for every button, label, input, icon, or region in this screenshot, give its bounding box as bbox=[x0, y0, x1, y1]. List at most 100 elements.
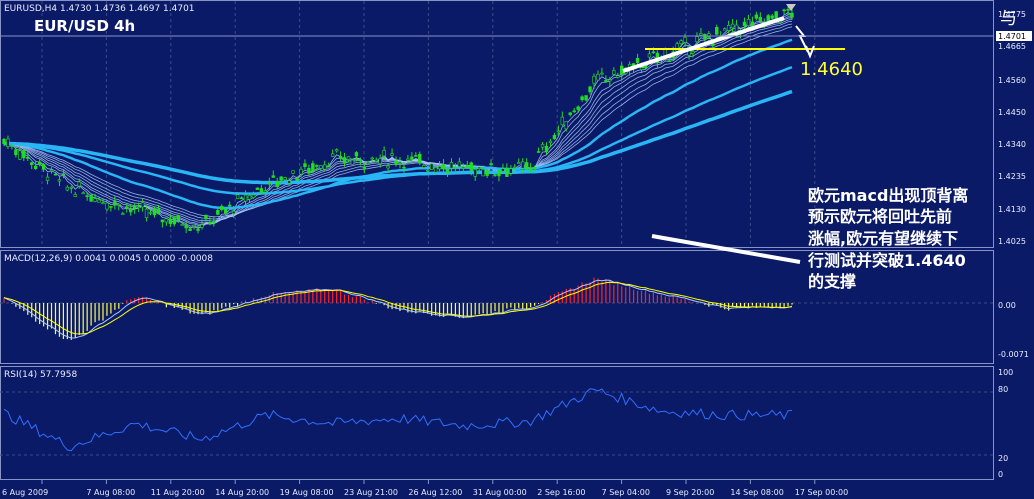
candle-body bbox=[418, 153, 422, 163]
candle-body bbox=[45, 176, 50, 181]
candle-body bbox=[65, 186, 70, 191]
candle-body bbox=[552, 134, 557, 140]
candle-body bbox=[307, 167, 311, 174]
candle-body bbox=[235, 194, 240, 200]
candle-body bbox=[517, 162, 521, 164]
candle-body bbox=[57, 179, 62, 182]
candle-body bbox=[77, 181, 81, 187]
candle-body bbox=[49, 169, 54, 172]
time-tick-label: 14 Aug 20:00 bbox=[215, 488, 269, 497]
candle-body bbox=[386, 165, 390, 169]
candle-body bbox=[267, 182, 272, 185]
candle-body bbox=[303, 163, 307, 167]
candle-body bbox=[394, 160, 398, 165]
candle-body bbox=[117, 204, 121, 206]
candle-body bbox=[14, 149, 18, 156]
candle-body bbox=[255, 187, 260, 190]
rsi-label: RSI(14) 57.7958 bbox=[4, 370, 77, 380]
candle-body bbox=[683, 36, 687, 43]
rsi-tick: 0 bbox=[998, 470, 1003, 479]
annotation-line: 预示欧元将回吐先前 bbox=[808, 207, 952, 226]
candle-body bbox=[742, 21, 747, 27]
candle-body bbox=[156, 208, 161, 214]
candle-body bbox=[259, 188, 264, 194]
candle-body bbox=[544, 146, 549, 152]
candle-body bbox=[168, 219, 173, 224]
time-tick-label: 17 Sep 00:00 bbox=[795, 488, 848, 497]
candle-body bbox=[540, 144, 545, 148]
candle-body bbox=[564, 121, 568, 130]
candle-body bbox=[528, 167, 533, 171]
candle-body bbox=[30, 162, 34, 165]
candle-body bbox=[160, 219, 165, 223]
candle-body bbox=[433, 167, 438, 173]
candle-body bbox=[699, 33, 703, 36]
candle-body bbox=[251, 194, 256, 198]
candle-body bbox=[354, 152, 359, 157]
candle-body bbox=[596, 74, 600, 81]
candle-body bbox=[22, 150, 26, 159]
time-tick-label: 19 Aug 08:00 bbox=[280, 488, 334, 497]
candle-body bbox=[323, 164, 327, 170]
candle-body bbox=[774, 11, 778, 19]
candle-body bbox=[445, 168, 450, 174]
candle-body bbox=[362, 166, 367, 169]
time-tick-label: 31 Aug 00:00 bbox=[473, 488, 527, 497]
price-tick: 1.4130 bbox=[998, 205, 1026, 214]
candle-body bbox=[311, 163, 315, 172]
candle-body bbox=[592, 75, 596, 84]
time-tick-label: 9 Sep 20:00 bbox=[666, 488, 714, 497]
candle-body bbox=[295, 178, 299, 181]
candle-body bbox=[129, 208, 133, 213]
candle-body bbox=[243, 194, 248, 202]
candle-body bbox=[647, 53, 652, 58]
candle-body bbox=[374, 159, 378, 162]
candle-body bbox=[695, 36, 699, 42]
candle-body bbox=[568, 112, 572, 115]
candle-body bbox=[148, 212, 153, 214]
candle-body bbox=[97, 199, 101, 203]
price-tick: 1.4665 bbox=[998, 42, 1026, 51]
candle-body bbox=[113, 201, 117, 206]
candle-body bbox=[144, 208, 149, 218]
candle-body bbox=[208, 222, 212, 225]
candle-body bbox=[532, 166, 537, 169]
candle-body bbox=[509, 168, 513, 174]
candle-body bbox=[493, 174, 497, 176]
candle-body bbox=[334, 149, 339, 152]
candle-body bbox=[330, 153, 335, 157]
candle-body bbox=[560, 116, 565, 126]
candle-body bbox=[239, 197, 244, 199]
candle-body bbox=[204, 214, 208, 220]
candle-body bbox=[469, 162, 473, 171]
candle-body bbox=[730, 23, 735, 29]
candle-body bbox=[604, 80, 608, 82]
support-label: 1.4640 bbox=[800, 59, 863, 80]
candle-body bbox=[691, 51, 695, 54]
candle-body bbox=[346, 156, 351, 160]
candle-body bbox=[481, 169, 485, 177]
candle-body bbox=[85, 195, 89, 197]
candle-body bbox=[220, 205, 224, 210]
candle-body bbox=[224, 208, 228, 214]
candle-body bbox=[247, 195, 252, 200]
candle-body bbox=[105, 202, 109, 210]
candle-body bbox=[437, 166, 442, 170]
candle-body bbox=[457, 161, 462, 167]
candle-body bbox=[93, 198, 97, 202]
candle-body bbox=[786, 9, 790, 11]
candle-body bbox=[414, 155, 418, 157]
price-tick: 1.4340 bbox=[998, 140, 1026, 149]
candle-body bbox=[33, 165, 38, 169]
candle-body bbox=[754, 14, 759, 19]
candle-body bbox=[406, 158, 410, 161]
rsi-tick: 80 bbox=[998, 385, 1008, 394]
candle-body bbox=[758, 17, 763, 22]
candle-body bbox=[275, 181, 279, 188]
candle-body bbox=[715, 26, 719, 35]
annotation-line: 的支撑 bbox=[808, 272, 856, 291]
macd-label: MACD(12,26,9) 0.0041 0.0045 0.0000 -0.00… bbox=[4, 254, 213, 264]
candle-body bbox=[477, 166, 481, 169]
candle-body bbox=[679, 40, 683, 44]
candle-body bbox=[81, 192, 85, 195]
